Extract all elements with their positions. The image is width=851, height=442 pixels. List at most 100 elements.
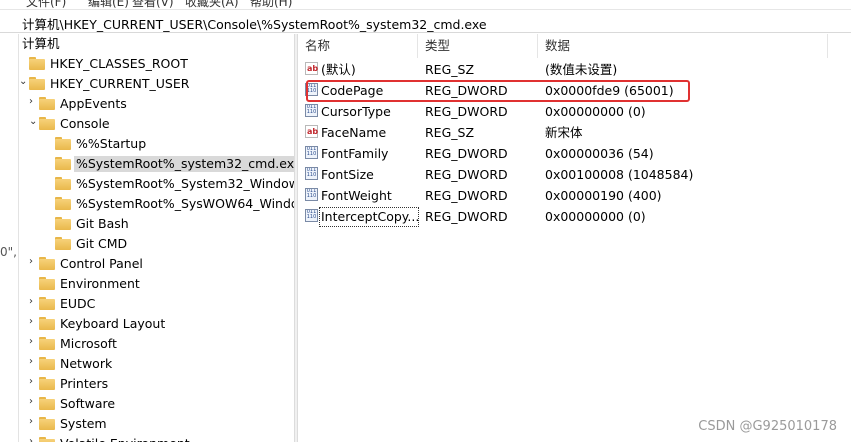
folder-icon xyxy=(39,437,55,442)
folder-icon xyxy=(39,337,55,350)
folder-icon xyxy=(39,277,55,290)
folder-icon xyxy=(29,57,45,70)
tree-item-label: Environment xyxy=(60,276,140,291)
tree-item-label: %SystemRoot%_SysWOW64_WindowsP xyxy=(76,196,294,211)
value-type: REG_DWORD xyxy=(425,209,508,224)
value-type: REG_DWORD xyxy=(425,104,508,119)
folder-icon xyxy=(39,357,55,370)
tree-root-label: 计算机 xyxy=(22,36,60,51)
folder-icon xyxy=(39,317,55,330)
value-data: 0x00000190 (400) xyxy=(545,188,662,203)
value-data: 0x00100008 (1048584) xyxy=(545,167,694,182)
value-type: REG_DWORD xyxy=(425,188,508,203)
tree-item-label: Volatile Environment xyxy=(58,436,192,442)
column-header-type[interactable]: 类型 xyxy=(418,34,538,58)
registry-tree[interactable]: 计算机 HKEY_CLASSES_ROOT ⌄ HKEY_CURRENT_USER ›… xyxy=(18,34,294,442)
value-name: (默认) xyxy=(321,62,356,77)
tree-item-label: HKEY_CURRENT_USER xyxy=(50,76,190,91)
folder-icon xyxy=(39,417,55,430)
value-name: CursorType xyxy=(321,104,391,119)
tree-item-label: %%Startup xyxy=(76,136,147,151)
column-header-data[interactable]: 数据 xyxy=(538,34,828,58)
annotation-highlight-box xyxy=(306,80,690,102)
tree-item-label: Console xyxy=(60,116,110,131)
column-header-name[interactable]: 名称 xyxy=(298,34,418,58)
folder-icon xyxy=(39,297,55,310)
folder-icon xyxy=(55,197,71,210)
tree-expander-icon[interactable]: › xyxy=(29,256,39,267)
tree-expander-icon[interactable]: › xyxy=(29,356,39,367)
tree-expander-icon[interactable]: › xyxy=(29,316,39,327)
folder-icon xyxy=(39,397,55,410)
value-type: REG_SZ xyxy=(425,62,475,77)
value-name: FaceName xyxy=(321,125,387,140)
binary-value-icon: 011 110 xyxy=(305,146,318,159)
folder-icon xyxy=(39,117,55,130)
menu-view[interactable]: 查看(V) xyxy=(132,0,174,8)
menu-favorites[interactable]: 收藏夹(A) xyxy=(185,0,239,8)
value-data: 0x00000036 (54) xyxy=(545,146,654,161)
tree-item-label: System xyxy=(60,416,107,431)
tree-item-label: Git CMD xyxy=(76,236,128,251)
tree-expander-icon[interactable]: › xyxy=(29,296,39,307)
background-window-edge: 0", xyxy=(0,34,19,442)
folder-icon xyxy=(55,237,71,250)
folder-icon xyxy=(39,97,55,110)
binary-value-icon: 011 110 xyxy=(305,104,318,117)
tree-item-label: %SystemRoot%_system32_cmd.exe xyxy=(74,156,294,172)
focus-rectangle xyxy=(319,207,419,227)
value-name: FontFamily xyxy=(321,146,389,161)
tree-expander-icon[interactable]: › xyxy=(29,336,39,347)
value-row[interactable]: 011 110 InterceptCopy... REG_DWORD 0x000000… xyxy=(298,206,851,227)
string-value-icon: ab xyxy=(305,62,319,75)
tree-expander-icon[interactable]: › xyxy=(29,436,39,442)
tree-expander-icon[interactable]: ⌄ xyxy=(19,76,29,87)
string-value-icon: ab xyxy=(305,125,319,138)
value-row[interactable]: ab (默认) REG_SZ (数值未设置) xyxy=(298,59,851,80)
tree-item-label: %SystemRoot%_System32_WindowsPo xyxy=(76,176,294,191)
tree-item-label: Git Bash xyxy=(76,216,129,231)
folder-icon xyxy=(55,177,71,190)
value-row[interactable]: 011 110 CursorType REG_DWORD 0x00000000 (0) xyxy=(298,101,851,122)
tree-expander-icon[interactable]: › xyxy=(29,376,39,387)
tree-expander-icon[interactable]: › xyxy=(29,416,39,427)
tree-expander-icon[interactable]: ⌄ xyxy=(29,116,39,127)
tree-item-label: Microsoft xyxy=(60,336,117,351)
value-data: 0x00000000 (0) xyxy=(545,104,646,119)
value-name: FontSize xyxy=(321,167,374,182)
value-name: FontWeight xyxy=(321,188,392,203)
tree-expander-icon[interactable]: › xyxy=(29,396,39,407)
menu-help[interactable]: 帮助(H) xyxy=(250,0,292,8)
value-type: REG_DWORD xyxy=(425,167,508,182)
folder-icon xyxy=(55,217,71,230)
menu-bar: 文件(F) 编辑(E) 查看(V) 收藏夹(A) 帮助(H) xyxy=(0,0,851,8)
tree-item-label: Printers xyxy=(60,376,109,391)
folder-icon xyxy=(39,257,55,270)
menu-edit[interactable]: 编辑(E) xyxy=(88,0,129,8)
tree-item-label: Keyboard Layout xyxy=(60,316,166,331)
tree-expander-icon[interactable]: › xyxy=(29,96,39,107)
value-data: 0x00000000 (0) xyxy=(545,209,646,224)
value-type: REG_SZ xyxy=(425,125,475,140)
tree-item-label: Network xyxy=(60,356,113,371)
address-path[interactable]: 计算机\HKEY_CURRENT_USER\Console\%SystemRoo… xyxy=(22,14,487,33)
background-text: 0", xyxy=(0,245,17,259)
binary-value-icon: 011 110 xyxy=(305,188,318,201)
value-data: 新宋体 xyxy=(545,125,583,140)
tree-item-label: AppEvents xyxy=(60,96,127,111)
tree-item-label: Software xyxy=(60,396,116,411)
menu-file[interactable]: 文件(F) xyxy=(26,0,66,8)
folder-icon xyxy=(39,377,55,390)
binary-value-icon: 011 110 xyxy=(305,167,318,180)
binary-value-icon: 011 110 xyxy=(305,209,318,222)
value-row[interactable]: 011 110 FontFamily REG_DWORD 0x00000036 (54… xyxy=(298,143,851,164)
value-row[interactable]: 011 110 FontSize REG_DWORD 0x00100008 (1048… xyxy=(298,164,851,185)
address-bar[interactable]: 计算机\HKEY_CURRENT_USER\Console\%SystemRoo… xyxy=(0,9,851,33)
tree-item-label: EUDC xyxy=(60,296,96,311)
watermark: CSDN @G925010178 xyxy=(698,419,837,434)
tree-item-label: Control Panel xyxy=(60,256,143,271)
tree-item-label: HKEY_CLASSES_ROOT xyxy=(50,56,188,71)
value-type: REG_DWORD xyxy=(425,146,508,161)
value-row[interactable]: 011 110 FontWeight REG_DWORD 0x00000190 (40… xyxy=(298,185,851,206)
value-row[interactable]: ab FaceName REG_SZ 新宋体 xyxy=(298,122,851,143)
